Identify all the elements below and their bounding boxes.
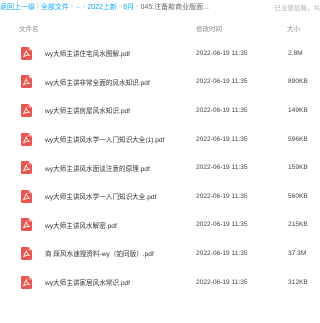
file-modified-time: 2022-06-19 11:35 <box>196 164 248 172</box>
breadcrumb-item-current: 045.注备款商业版面... <box>140 3 209 11</box>
pdf-file-icon <box>21 132 32 146</box>
file-modified-time: 2022-06-19 11:35 <box>196 192 248 200</box>
pdf-file-icon <box>21 275 32 289</box>
breadcrumb-item-2022[interactable]: 2022上新 <box>87 2 117 12</box>
pdf-file-icon <box>21 46 32 60</box>
file-row[interactable]: wy大师主讲风水学一入门知识大全.pdf 2022-06-19 11:35 560K… <box>0 182 320 211</box>
file-name[interactable]: wy大师主讲非常全面的风水知识.pdf <box>45 77 150 87</box>
file-row[interactable]: wy大师主讲风水面谈注意的原理.pdf 2022-06-19 11:35 159KB <box>0 153 320 182</box>
file-name[interactable]: wy大师主讲房屋风水知识.pdf <box>45 105 130 115</box>
chevron-right-icon: › <box>83 3 86 10</box>
file-size: 215KB <box>288 221 308 229</box>
file-modified-time: 2022-06-19 11:35 <box>196 249 248 257</box>
file-name[interactable]: wy大师主讲风水面谈注意的原理.pdf <box>45 163 150 173</box>
file-modified-time: 2022-06-19 11:35 <box>196 49 248 57</box>
file-name[interactable]: wy大师主讲风水解密.pdf <box>45 220 117 230</box>
chevron-right-icon: › <box>136 3 139 10</box>
file-name[interactable]: wy大师主讲风水学一入门知识大全.pdf <box>45 191 156 201</box>
file-size: 312KB <box>288 278 308 286</box>
breadcrumb-separator: | <box>37 3 39 10</box>
file-name[interactable]: wy大师主讲住宅风水图解.pdf <box>45 48 130 58</box>
pdf-file-icon <box>21 75 32 89</box>
file-size: 159KB <box>288 164 308 172</box>
pdf-file-icon <box>21 103 32 117</box>
file-modified-time: 2022-06-19 11:35 <box>196 221 248 229</box>
file-size: 560KB <box>288 192 308 200</box>
file-name[interactable]: 商 踩风水速搜资料-wy（铂同版）.pdf <box>45 248 154 258</box>
file-size: 890KB <box>288 78 308 86</box>
file-modified-time: 2022-06-19 11:35 <box>196 78 248 86</box>
file-row[interactable]: wy大师主讲家居风水常识.pdf 2022-06-19 11:35 312KB <box>0 268 320 297</box>
breadcrumb-back-link[interactable]: 返回上一级 <box>0 2 35 12</box>
column-header-name[interactable]: 文件名 <box>19 23 39 33</box>
file-modified-time: 2022-06-19 11:35 <box>196 278 248 286</box>
file-row[interactable]: 商 踩风水速搜资料-wy（铂同版）.pdf 2022-06-19 11:35 37.… <box>0 239 320 268</box>
file-row[interactable]: wy大师主讲风水学一入门知识大全(1).pdf 2022-06-19 11:35 5… <box>0 125 320 154</box>
chevron-right-icon: › <box>118 3 122 10</box>
breadcrumb-item-ellipsis[interactable]: ... <box>75 3 81 10</box>
column-header-time[interactable]: 修改时间 <box>196 23 222 33</box>
breadcrumb-item-june[interactable]: 6月 <box>123 2 134 12</box>
chevron-right-icon: › <box>70 3 74 10</box>
file-row[interactable]: wy大师主讲房屋风水知识.pdf 2022-06-19 11:35 149KB <box>0 96 320 125</box>
file-size: 2.8M <box>288 49 303 57</box>
file-name[interactable]: wy大师主讲风水学一入门知识大全(1).pdf <box>45 134 164 144</box>
pdf-file-icon <box>21 246 32 260</box>
file-modified-time: 2022-06-19 11:35 <box>196 106 248 114</box>
breadcrumb: 返回上一级 | 全部文件 › ... › 2022上新 › 6月 › 045.注… <box>0 0 320 13</box>
file-modified-time: 2022-06-19 11:35 <box>196 135 248 143</box>
file-row[interactable]: wy大师主讲风水解密.pdf 2022-06-19 11:35 215KB <box>0 211 320 240</box>
pdf-file-icon <box>21 189 32 203</box>
pdf-file-icon <box>21 161 32 175</box>
file-size: 596KB <box>288 135 308 143</box>
pdf-file-icon <box>21 218 32 232</box>
file-list: wy大师主讲住宅风水图解.pdf 2022-06-19 11:35 2.8M wy大师… <box>0 39 320 296</box>
file-size: 37.3M <box>288 249 307 257</box>
column-header-size[interactable]: 大小 <box>287 23 300 33</box>
file-size: 149KB <box>288 106 308 114</box>
file-list-header: 文件名 修改时间 大小 <box>0 18 320 38</box>
file-row[interactable]: wy大师主讲住宅风水图解.pdf 2022-06-19 11:35 2.8M <box>0 39 320 68</box>
loaded-status: 已全部加载，共 <box>274 5 320 12</box>
file-row[interactable]: wy大师主讲非常全面的风水知识.pdf 2022-06-19 11:35 890KB <box>0 68 320 97</box>
file-name[interactable]: wy大师主讲家居风水常识.pdf <box>45 277 130 287</box>
breadcrumb-item-all-files[interactable]: 全部文件 <box>41 2 69 12</box>
